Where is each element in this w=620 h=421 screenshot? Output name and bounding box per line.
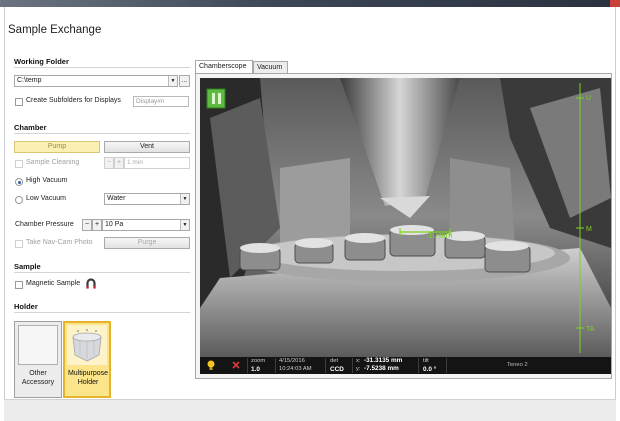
sample-cleaning-checkbox[interactable]	[15, 160, 23, 168]
divider	[446, 358, 447, 373]
magnetic-sample-checkbox[interactable]	[15, 281, 23, 289]
divider	[14, 312, 190, 313]
chamber-pressure-select[interactable]: 10 Pa ▼	[102, 219, 190, 231]
chamberscope-view[interactable]: 10 mm U M TA zoom 1.0 4/15/2016 10:24:03…	[200, 78, 611, 374]
holder-multipurpose[interactable]: Multipurpose Holder	[63, 321, 111, 398]
axis-mark-middle: M	[586, 226, 592, 233]
working-folder-heading: Working Folder	[14, 57, 69, 66]
chamber-camera-image: 10 mm U M TA	[200, 78, 611, 357]
pressure-minus-button[interactable]: −	[82, 219, 92, 231]
chevron-down-icon[interactable]: ▼	[180, 194, 189, 204]
holder-other-accessory[interactable]: Other Accessory	[14, 321, 62, 398]
cleaning-duration-field[interactable]: 1 min	[124, 157, 190, 169]
magnet-icon	[86, 278, 96, 289]
create-subfolders-label: Create Subfolders for Displays	[26, 97, 121, 104]
working-folder-combo[interactable]: C:\temp ▼	[14, 75, 178, 87]
holder-label-line2: Accessory	[21, 379, 55, 386]
window-title: Sample Exchange	[8, 24, 102, 36]
low-vacuum-gas-select[interactable]: Water ▼	[104, 193, 190, 205]
axis-mark-top: U	[586, 95, 591, 102]
high-vacuum-radio[interactable]	[15, 178, 23, 186]
zoom-label: zoom	[251, 358, 266, 364]
holder-heading: Holder	[14, 302, 38, 311]
browse-folder-button[interactable]: ...	[179, 75, 190, 87]
cleaning-plus-button[interactable]: +	[114, 157, 124, 169]
scope-status-bar: zoom 1.0 4/15/2016 10:24:03 AM det CCD x…	[200, 357, 611, 374]
scale-bar-label: 10 mm	[428, 231, 453, 240]
chamber-pressure-value: 10 Pa	[105, 221, 124, 228]
holder-label-line2: Holder	[77, 379, 99, 386]
pump-button[interactable]: Pump	[14, 141, 100, 153]
create-subfolders-checkbox[interactable]	[15, 98, 23, 106]
sample-cleaning-label: Sample Cleaning	[26, 159, 80, 166]
os-title-strip	[0, 0, 620, 7]
vent-button[interactable]: Vent	[104, 141, 190, 153]
holder-label-line1: Multipurpose	[67, 370, 109, 377]
zoom-value: 1.0	[251, 366, 260, 373]
instrument-name: Teneo 2	[507, 362, 528, 368]
close-icon[interactable]	[610, 0, 620, 7]
holder-thumbnail	[18, 325, 58, 365]
high-vacuum-label: High Vacuum	[26, 177, 68, 184]
y-coord-value: -7.5238 mm	[364, 365, 399, 372]
magnetic-sample-label: Magnetic Sample	[26, 280, 81, 287]
x-coord-value: -31.3135 mm	[364, 357, 403, 364]
date-value: 4/15/2016	[279, 358, 305, 364]
multipurpose-holder-image	[67, 325, 107, 365]
divider	[275, 358, 276, 373]
low-vacuum-radio[interactable]	[15, 196, 23, 204]
low-vacuum-gas-value: Water	[107, 195, 126, 202]
divider	[352, 358, 353, 373]
chamber-pressure-label: Chamber Pressure	[15, 221, 74, 228]
x-coord-label: x:	[356, 358, 361, 364]
pressure-plus-button[interactable]: +	[92, 219, 102, 231]
holder-label-line1: Other	[29, 370, 47, 377]
lightbulb-icon[interactable]	[207, 360, 215, 371]
divider	[418, 358, 419, 373]
axis-mark-bottom: TA	[586, 326, 595, 333]
cleaning-minus-button[interactable]: −	[104, 157, 114, 169]
divider	[14, 272, 190, 273]
display-pattern-field[interactable]: Display#n	[133, 96, 189, 107]
detector-label: det	[330, 358, 339, 364]
divider	[247, 358, 248, 373]
detector-value: CCD	[330, 366, 344, 373]
chevron-down-icon[interactable]: ▼	[168, 76, 177, 86]
low-vacuum-label: Low Vacuum	[26, 195, 66, 202]
tab-vacuum[interactable]: Vacuum	[253, 61, 288, 73]
y-coord-label: y:	[356, 366, 361, 372]
working-folder-path: C:\temp	[17, 77, 42, 84]
purge-button[interactable]: Purge	[104, 237, 190, 249]
navcam-photo-label: Take Nav-Cam Photo	[26, 239, 93, 246]
tab-chamberscope[interactable]: Chamberscope	[195, 60, 253, 74]
divider	[14, 67, 190, 68]
sample-heading: Sample	[14, 262, 41, 271]
navcam-photo-checkbox[interactable]	[15, 240, 23, 248]
pause-icon	[206, 88, 226, 109]
tilt-value: 0.0 °	[423, 366, 437, 373]
time-value: 10:24:03 AM	[279, 366, 312, 372]
tilt-label: tilt	[423, 358, 429, 364]
divider	[14, 133, 190, 134]
close-icon[interactable]	[232, 361, 240, 369]
divider	[325, 358, 326, 373]
chevron-down-icon[interactable]: ▼	[180, 220, 189, 230]
chamber-heading: Chamber	[14, 123, 47, 132]
dialog-footer	[4, 399, 616, 421]
